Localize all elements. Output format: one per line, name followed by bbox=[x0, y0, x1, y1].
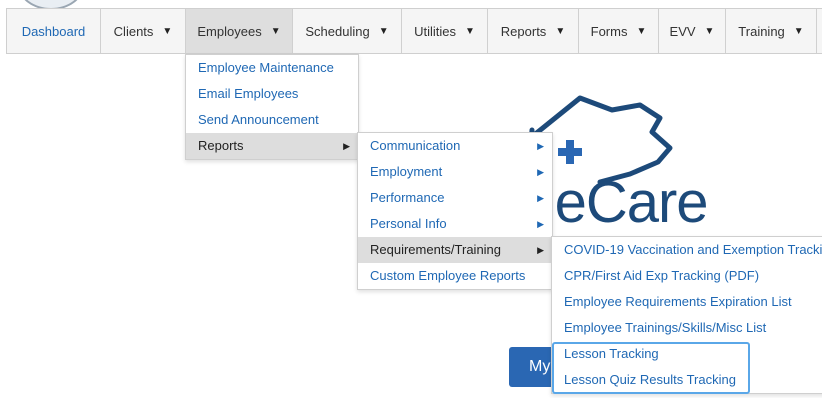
menu-item-personal-info[interactable]: Personal Info ▶ bbox=[358, 211, 552, 237]
caret-down-icon: ▼ bbox=[162, 25, 173, 37]
nav-forms[interactable]: Forms ▼ bbox=[579, 9, 659, 53]
menu-item-performance[interactable]: Performance ▶ bbox=[358, 185, 552, 211]
nav-scheduling[interactable]: Scheduling ▼ bbox=[293, 9, 402, 53]
caret-right-icon: ▶ bbox=[537, 193, 544, 203]
nav-dashboard-label: Dashboard bbox=[21, 23, 86, 39]
nav-employees-label: Employees bbox=[197, 23, 262, 39]
caret-right-icon: ▶ bbox=[537, 167, 544, 177]
menu-item-lesson-tracking[interactable]: Lesson Tracking bbox=[552, 341, 822, 367]
caret-down-icon: ▼ bbox=[704, 25, 715, 37]
caret-right-icon: ▶ bbox=[537, 141, 544, 151]
nav-scheduling-label: Scheduling bbox=[305, 23, 370, 39]
nav-reports-label: Reports bbox=[500, 23, 547, 39]
menu-item-covid19-tracking[interactable]: COVID-19 Vaccination and Exemption Track… bbox=[552, 237, 822, 263]
menu-item-custom-employee-reports[interactable]: Custom Employee Reports bbox=[358, 263, 552, 289]
nav-evv-label: EVV bbox=[669, 23, 696, 39]
employees-dropdown-menu: Employee Maintenance Email Employees Sen… bbox=[185, 54, 359, 160]
menu-item-lesson-quiz-results[interactable]: Lesson Quiz Results Tracking bbox=[552, 367, 822, 393]
nav-clients-label: Clients bbox=[113, 23, 154, 39]
nav-employees[interactable]: Employees ▼ bbox=[186, 9, 293, 53]
caret-right-icon: ▶ bbox=[537, 245, 544, 255]
caret-down-icon: ▼ bbox=[270, 25, 281, 37]
main-navbar: Dashboard Clients ▼ Employees ▼ Scheduling… bbox=[6, 8, 822, 54]
menu-item-cpr-first-aid-tracking[interactable]: CPR/First Aid Exp Tracking (PDF) bbox=[552, 263, 822, 289]
menu-item-communication[interactable]: Communication ▶ bbox=[358, 133, 552, 159]
nav-reports[interactable]: Reports ▼ bbox=[488, 9, 579, 53]
caret-down-icon: ▼ bbox=[636, 25, 647, 37]
menu-item-employment-label: Employment bbox=[370, 164, 443, 179]
caret-right-icon: ▶ bbox=[343, 141, 350, 151]
caret-down-icon: ▼ bbox=[378, 25, 389, 37]
reports-submenu: Communication ▶ Employment ▶ Performance… bbox=[357, 132, 553, 290]
menu-item-send-announcement[interactable]: Send Announcement bbox=[186, 107, 358, 133]
nav-utilities-label: Utilities bbox=[414, 23, 456, 39]
nav-forms-label: Forms bbox=[590, 23, 628, 39]
caret-down-icon: ▼ bbox=[465, 25, 475, 37]
requirements-training-submenu: COVID-19 Vaccination and Exemption Track… bbox=[551, 236, 822, 394]
menu-item-personal-info-label: Personal Info bbox=[370, 216, 447, 231]
nav-training-label: Training bbox=[738, 23, 785, 39]
my-button-label: My bbox=[529, 358, 551, 375]
menu-item-employee-maintenance[interactable]: Employee Maintenance bbox=[186, 55, 358, 81]
menu-item-reports-label: Reports bbox=[198, 138, 244, 153]
menu-item-employment[interactable]: Employment ▶ bbox=[358, 159, 552, 185]
menu-item-trainings-skills-list[interactable]: Employee Trainings/Skills/Misc List bbox=[552, 315, 822, 341]
menu-item-performance-label: Performance bbox=[370, 190, 445, 205]
caret-down-icon: ▼ bbox=[793, 25, 804, 37]
menu-item-communication-label: Communication bbox=[370, 138, 461, 153]
nav-clients[interactable]: Clients ▼ bbox=[101, 9, 186, 53]
nav-dashboard[interactable]: Dashboard bbox=[7, 9, 101, 53]
nav-evv[interactable]: EVV ▼ bbox=[659, 9, 726, 53]
menu-item-requirements-expiration-list[interactable]: Employee Requirements Expiration List bbox=[552, 289, 822, 315]
menu-item-requirements-training[interactable]: Requirements/Training ▶ bbox=[358, 237, 552, 263]
nav-utilities[interactable]: Utilities ▼ bbox=[402, 9, 488, 53]
caret-down-icon: ▼ bbox=[555, 25, 566, 37]
nav-training[interactable]: Training ▼ bbox=[726, 9, 817, 53]
menu-item-email-employees[interactable]: Email Employees bbox=[186, 81, 358, 107]
menu-item-requirements-training-label: Requirements/Training bbox=[370, 242, 502, 257]
menu-item-reports[interactable]: Reports ▶ bbox=[186, 133, 358, 159]
caret-right-icon: ▶ bbox=[537, 219, 544, 229]
